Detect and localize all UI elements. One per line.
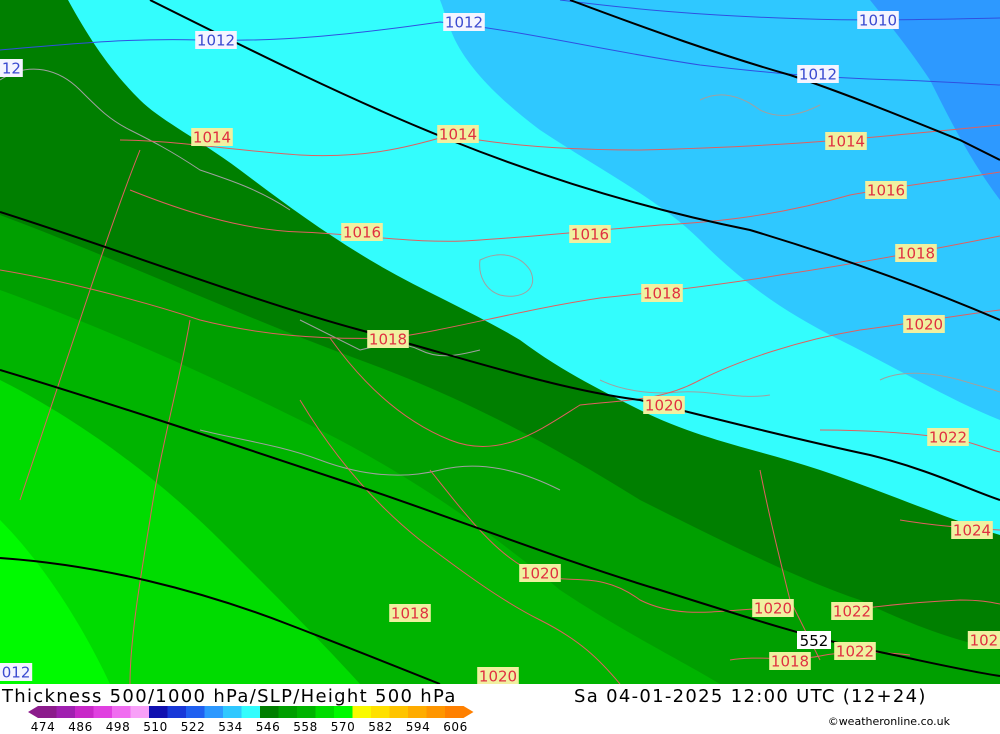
legend-tick: 606 [443, 720, 468, 734]
legend-swatch [130, 706, 149, 718]
legend-swatch [149, 706, 168, 718]
legend-swatch [278, 706, 297, 718]
legend-tick: 534 [218, 720, 243, 734]
pressure-label: 1020 [645, 397, 683, 415]
pressure-label: 1018 [897, 245, 935, 263]
weather-map: 1012 1012 1012 12 1010 1014 1014 1014 1016 1016 10… [0, 0, 1000, 684]
pressure-label: 1010 [859, 12, 897, 30]
legend-swatch [260, 706, 279, 718]
legend-swatch [167, 706, 186, 718]
legend-swatch [241, 706, 260, 718]
legend-swatch [445, 706, 464, 718]
pressure-label: 1018 [643, 285, 681, 303]
valid-time: Sa 04-01-2025 12:00 UTC (12+24) [574, 686, 927, 707]
legend-tick: 546 [255, 720, 281, 734]
legend-left-arrow [28, 706, 38, 718]
pressure-label: 1020 [905, 316, 943, 334]
pressure-label: 1018 [369, 331, 407, 349]
legend-swatch [56, 706, 75, 718]
legend-right-arrow [463, 706, 474, 718]
legend-tick: 522 [180, 720, 206, 734]
pressure-label: 1016 [343, 224, 381, 242]
pressure-label: 12 [2, 60, 21, 78]
pressure-label: 1014 [827, 133, 865, 151]
pressure-label: 1012 [197, 32, 235, 50]
pressure-label: 102 [970, 632, 999, 650]
legend-tick: 510 [143, 720, 168, 734]
credit-text: ©weatheronline.co.uk [827, 715, 950, 728]
legend-swatch [93, 706, 112, 718]
pressure-label: 1022 [833, 603, 871, 621]
pressure-label: 1020 [479, 668, 517, 685]
legend-swatch [352, 706, 371, 718]
legend-tick: 558 [293, 720, 318, 734]
pressure-label: 1012 [799, 66, 837, 84]
legend-swatch [38, 706, 57, 718]
pressure-label: 1016 [571, 226, 609, 244]
pressure-label: 1014 [439, 126, 477, 144]
legend-swatch [389, 706, 408, 718]
footer: Thickness 500/1000 hPa/SLP/Height 500 hP… [0, 684, 1000, 734]
legend-swatch [297, 706, 316, 718]
pressure-label: 1018 [391, 605, 429, 623]
legend-tick: 570 [330, 720, 356, 734]
legend-swatch [426, 706, 445, 718]
legend-swatch [186, 706, 205, 718]
pressure-label: 1024 [953, 522, 991, 540]
pressure-label: 1012 [445, 14, 483, 32]
pressure-label: 1020 [521, 565, 559, 583]
legend-tick: 486 [68, 720, 93, 734]
legend-swatch [223, 706, 242, 718]
legend-swatch [334, 706, 353, 718]
legend-tick: 594 [405, 720, 431, 734]
legend-tick: 498 [105, 720, 131, 734]
legend-ticks: 474 486 498 510 522 534 546 558 570 582 594 606 [28, 720, 508, 734]
legend-swatch [75, 706, 94, 718]
pressure-label: 1022 [836, 643, 874, 661]
legend-swatch [112, 706, 131, 718]
pressure-label: 1016 [867, 182, 905, 200]
pressure-label: 1018 [771, 653, 809, 671]
legend-tick: 582 [368, 720, 393, 734]
legend-tick: 474 [30, 720, 56, 734]
pressure-label: 1020 [754, 600, 792, 618]
height-label: 552 [800, 632, 829, 650]
pressure-label: 1014 [193, 129, 231, 147]
pressure-label: 012 [2, 664, 31, 682]
legend-swatch [204, 706, 223, 718]
legend-swatch [315, 706, 334, 718]
color-legend [28, 706, 474, 718]
legend-swatch [371, 706, 390, 718]
legend-swatch [408, 706, 427, 718]
pressure-label: 1022 [929, 429, 967, 447]
